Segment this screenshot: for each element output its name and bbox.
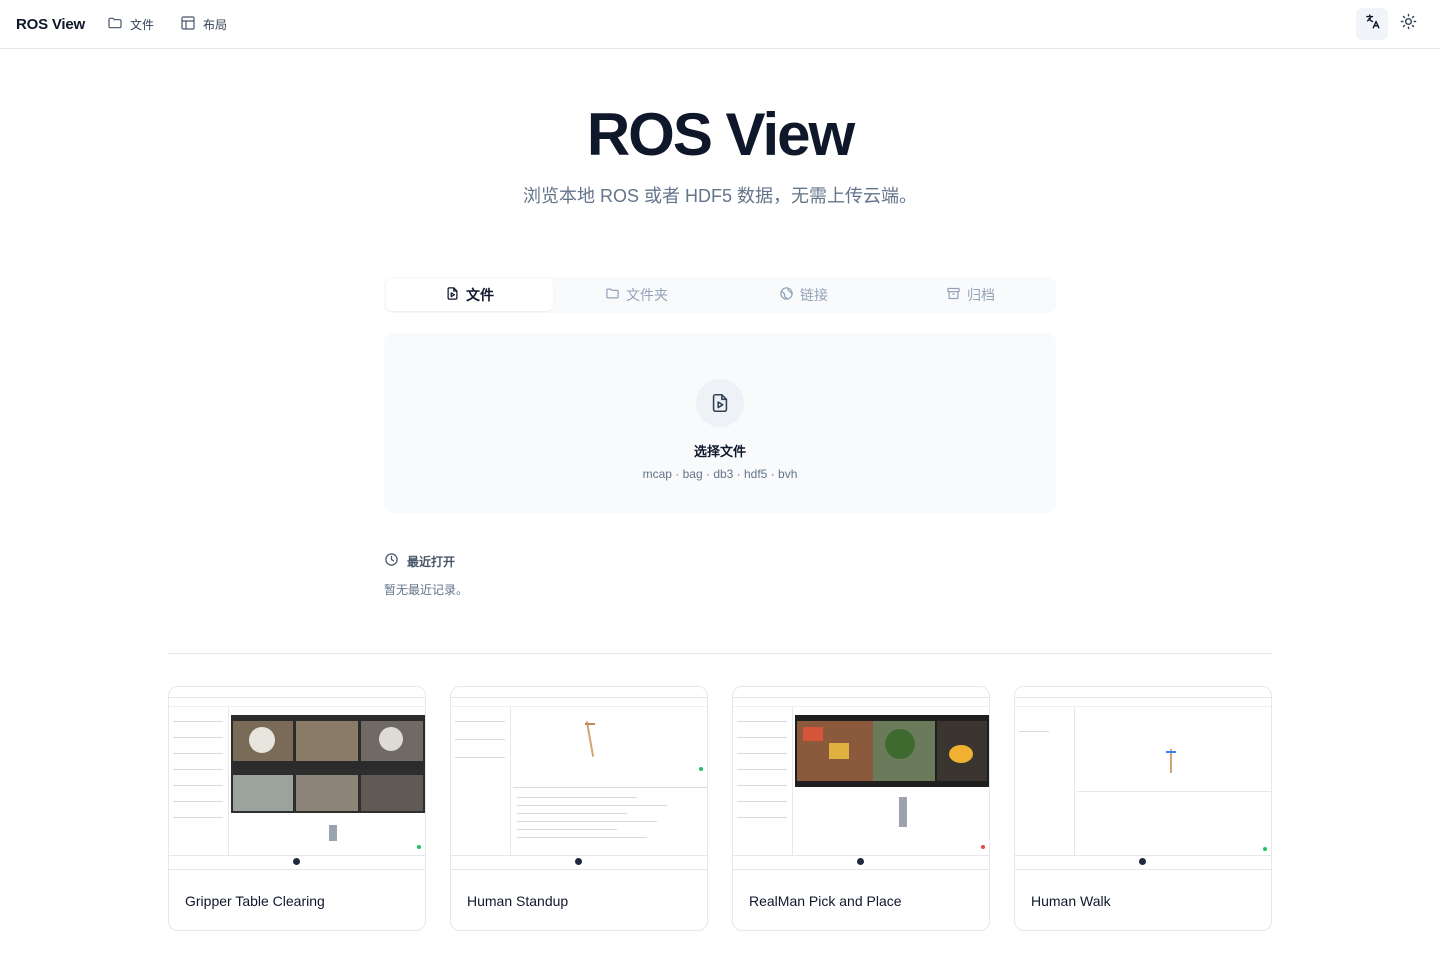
example-thumbnail bbox=[1015, 687, 1271, 869]
brand-title[interactable]: ROS View bbox=[16, 16, 85, 33]
file-dropzone[interactable]: 选择文件 mcap · bag · db3 · hdf5 · bvh bbox=[384, 333, 1056, 513]
example-card[interactable]: Human Standup bbox=[450, 686, 708, 931]
nav-file-menu[interactable]: 文件 bbox=[107, 15, 154, 34]
page-subtitle: 浏览本地 ROS 或者 HDF5 数据，无需上传云端。 bbox=[522, 186, 917, 206]
tab-file[interactable]: 文件 bbox=[386, 279, 553, 311]
example-thumbnail bbox=[733, 687, 989, 869]
theme-toggle-button[interactable] bbox=[1392, 8, 1424, 40]
example-card[interactable]: Gripper Table Clearing bbox=[168, 686, 426, 931]
file-play-icon bbox=[696, 379, 744, 427]
page-title: ROS View bbox=[586, 101, 855, 168]
tab-link-label: 链接 bbox=[800, 287, 828, 303]
recent-heading: 最近打开 bbox=[384, 552, 455, 570]
tab-archive-label: 归档 bbox=[967, 287, 995, 303]
example-card[interactable]: RealMan Pick and Place bbox=[732, 686, 990, 931]
sun-icon bbox=[1400, 13, 1417, 35]
example-thumbnail bbox=[451, 687, 707, 869]
tab-folder-label: 文件夹 bbox=[626, 287, 668, 303]
tab-link[interactable]: 链接 bbox=[720, 279, 887, 311]
folder-icon bbox=[605, 286, 620, 304]
tab-archive[interactable]: 归档 bbox=[887, 279, 1054, 311]
recent-heading-label: 最近打开 bbox=[407, 554, 456, 569]
example-title: Human Standup bbox=[451, 869, 707, 930]
example-title: RealMan Pick and Place bbox=[733, 869, 989, 930]
file-play-icon bbox=[445, 286, 460, 304]
globe-icon bbox=[779, 286, 794, 304]
nav-layout-label: 布局 bbox=[203, 17, 228, 32]
section-divider bbox=[168, 653, 1272, 654]
example-card[interactable]: Human Walk bbox=[1014, 686, 1272, 931]
top-bar: ROS View 文件 布局 bbox=[0, 0, 1440, 49]
example-title: Gripper Table Clearing bbox=[169, 869, 425, 930]
layout-icon bbox=[180, 15, 196, 34]
tab-file-label: 文件 bbox=[466, 287, 494, 303]
nav-file-label: 文件 bbox=[129, 17, 154, 32]
example-list: Gripper Table Clearing Human Standup Rea… bbox=[168, 686, 1272, 931]
archive-icon bbox=[946, 286, 961, 304]
top-actions bbox=[1356, 8, 1424, 40]
recent-empty-message: 暂无最近记录。 bbox=[384, 583, 469, 597]
translate-icon bbox=[1364, 13, 1381, 35]
supported-formats: mcap · bag · db3 · hdf5 · bvh bbox=[642, 467, 798, 481]
tab-folder[interactable]: 文件夹 bbox=[553, 279, 720, 311]
example-thumbnail bbox=[169, 687, 425, 869]
language-button[interactable] bbox=[1356, 8, 1388, 40]
select-file-label: 选择文件 bbox=[693, 444, 746, 459]
source-tabs: 文件 文件夹 链接 归档 bbox=[384, 277, 1056, 313]
clock-icon bbox=[384, 552, 399, 570]
folder-icon bbox=[107, 15, 123, 34]
nav-layout-menu[interactable]: 布局 bbox=[180, 15, 227, 34]
example-title: Human Walk bbox=[1015, 869, 1271, 930]
